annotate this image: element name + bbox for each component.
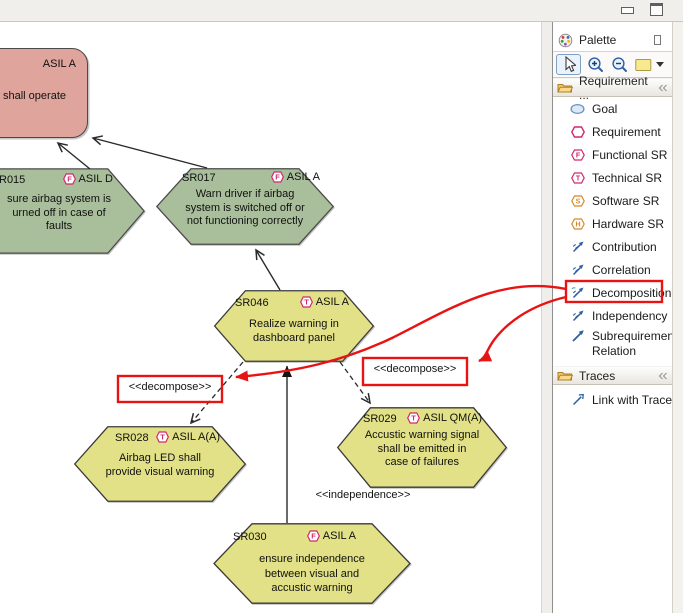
maximize-view-button[interactable] [650,3,663,16]
cursor-arrow-icon [562,56,576,73]
pin-drawer-icon[interactable] [658,372,668,380]
minimize-view-button[interactable] [621,7,634,14]
palette-item-contribution[interactable]: Contribution [553,235,672,258]
drawer-requirement[interactable]: Requirement ... [553,78,672,97]
requirement-node-sr015[interactable]: R015 F ASIL D sure airbag system is urne… [0,168,146,254]
link-with-trace-icon [571,393,585,407]
palette-header[interactable]: Palette [553,29,672,51]
requirement-node-sr046[interactable]: SR046 T ASIL A Realize warning in dashbo… [213,290,375,362]
requirement-node-sr028[interactable]: SR028 T ASIL A(A) Airbag LED shall provi… [73,426,247,502]
hardware-sr-icon: H [571,218,585,230]
drawer-traces[interactable]: Traces [553,366,672,385]
svg-text:S: S [575,198,580,205]
palette-item-decomposition[interactable]: Decomposition [553,281,672,304]
requirement-icon [571,126,585,138]
palette-item-goal[interactable]: Goal [553,97,672,120]
goal-node[interactable]: ASIL A shall operate [0,48,88,138]
independency-icon [571,309,585,323]
node-id: R015 [0,174,25,186]
decompose-edge-label-right[interactable]: <<decompose>> [365,363,465,375]
svg-text:T: T [160,433,165,442]
pin-drawer-icon[interactable] [658,84,668,92]
svg-text:F: F [275,173,280,182]
folder-icon [557,81,573,94]
node-id: SR017 [182,172,216,184]
palette-item-hardware-sr[interactable]: H Hardware SR [553,212,672,235]
note-icon [635,58,652,72]
editor-titlebar [0,0,683,22]
palette-item-functional-sr[interactable]: F Functional SR [553,143,672,166]
requirement-node-sr029[interactable]: SR029 T ASIL QM(A) Accustic warning sign… [336,407,508,488]
requirement-diagram-editor: ASIL A shall operate R015 F ASIL D sure … [0,0,683,613]
palette-scrollbar[interactable] [672,22,683,613]
functional-sr-icon: F [571,149,585,161]
node-body-text: Realize warning in dashboard panel [219,317,369,345]
palette-item-link-with-trace[interactable]: Link with Trace [553,388,672,411]
technical-sr-icon: T [156,431,169,443]
asil-badge: F ASIL D [63,173,113,185]
asil-badge: ASIL A [43,58,76,70]
palette-item-correlation[interactable]: Correlation [553,258,672,281]
node-id: SR029 [363,413,397,425]
node-id: SR028 [115,432,149,444]
svg-text:T: T [411,414,416,423]
technical-sr-icon: T [571,172,585,184]
asil-badge: F ASIL A [307,530,356,542]
palette-item-technical-sr[interactable]: T Technical SR [553,166,672,189]
asil-badge: T ASIL A(A) [156,431,220,443]
technical-sr-icon: T [300,296,313,308]
collapse-palette-arrow-icon[interactable] [654,35,661,45]
folder-icon [557,369,573,382]
independence-edge-label[interactable]: <<independence>> [306,489,420,501]
node-body-text: Warn driver if airbag system is switched… [163,188,327,229]
goal-icon [570,103,585,115]
contribution-icon [571,240,585,254]
zoom-in-tool[interactable] [587,56,605,74]
software-sr-icon: S [571,195,585,207]
node-id: SR046 [235,297,269,309]
functional-sr-icon: F [307,530,320,542]
requirement-node-sr030[interactable]: SR030 F ASIL A ensure independence betwe… [212,523,412,604]
node-body-text: shall operate [3,90,66,102]
correlation-icon [571,263,585,277]
asil-badge: F ASIL A [271,171,320,183]
note-dropdown-caret-icon[interactable] [656,62,664,67]
zoom-in-icon [587,56,605,74]
asil-badge: T ASIL A [300,296,349,308]
svg-text:F: F [67,175,72,184]
functional-sr-icon: F [271,171,284,183]
svg-text:F: F [575,152,580,159]
svg-text:H: H [575,221,580,228]
zoom-out-tool[interactable] [611,56,629,74]
palette-item-independency[interactable]: Independency [553,304,672,327]
palette-item-requirement[interactable]: Requirement [553,120,672,143]
palette-item-software-sr[interactable]: S Software SR [553,189,672,212]
palette-item-subrequirement-relation[interactable]: Subrequirement Relation [553,327,672,364]
palette-icon [558,33,573,48]
node-body-text: Accustic warning signal shall be emitted… [342,429,502,470]
palette-title: Palette [579,33,654,47]
node-body-text: Airbag LED shall provide visual warning [81,451,239,479]
note-tool[interactable] [635,58,664,72]
node-body-text: sure airbag system is urned off in case … [0,193,125,234]
functional-sr-icon: F [63,173,76,185]
zoom-out-icon [611,56,629,74]
technical-sr-icon: T [407,412,420,424]
node-id: SR030 [233,531,267,543]
drawer-label: Traces [579,369,658,383]
decomposition-icon [571,286,585,300]
requirement-node-sr017[interactable]: SR017 F ASIL A Warn driver if airbag sys… [155,168,335,245]
subrequirement-relation-icon [571,329,585,343]
select-tool[interactable] [556,54,581,75]
asil-badge: T ASIL QM(A) [407,412,482,424]
svg-text:T: T [575,175,580,182]
palette-splitter-sash[interactable] [541,22,552,613]
palette-panel: Palette [552,22,672,613]
svg-text:F: F [311,532,316,541]
decompose-edge-label-left[interactable]: <<decompose>> [120,381,220,393]
svg-text:T: T [304,298,309,307]
node-body-text: ensure independence between visual and a… [227,552,397,596]
